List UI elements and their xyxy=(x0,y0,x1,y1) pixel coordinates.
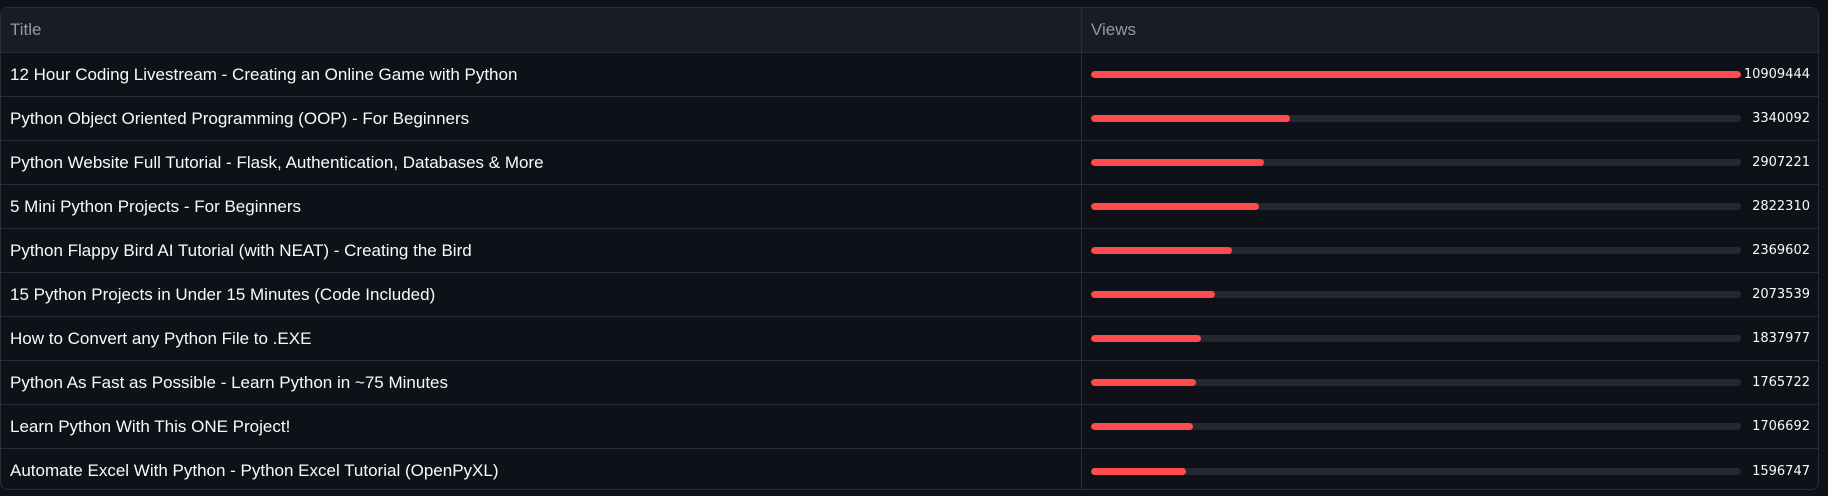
views-cell[interactable]: 2907221 xyxy=(1082,141,1818,184)
views-cell[interactable]: 2073539 xyxy=(1082,273,1818,316)
views-progress-bar xyxy=(1091,115,1741,122)
title-cell[interactable]: Learn Python With This ONE Project! xyxy=(1,405,1082,448)
title-cell[interactable]: 5 Mini Python Projects - For Beginners xyxy=(1,185,1082,228)
views-value: 2369602 xyxy=(1752,243,1810,258)
table-row[interactable]: 15 Python Projects in Under 15 Minutes (… xyxy=(1,273,1818,317)
table-row[interactable]: Learn Python With This ONE Project! 1706… xyxy=(1,405,1818,449)
views-progress-bar xyxy=(1091,291,1741,298)
title-cell[interactable]: 15 Python Projects in Under 15 Minutes (… xyxy=(1,273,1082,316)
views-value: 1706692 xyxy=(1752,419,1810,434)
views-progress-bar xyxy=(1091,423,1741,430)
views-progress-fill xyxy=(1091,335,1201,342)
views-progress-fill xyxy=(1091,203,1260,210)
views-cell[interactable]: 1837977 xyxy=(1082,317,1818,360)
column-header-title[interactable]: Title xyxy=(1,8,1082,52)
title-cell[interactable]: Python As Fast as Possible - Learn Pytho… xyxy=(1,361,1082,404)
column-header-title-label: Title xyxy=(10,20,42,39)
title-text: Python Website Full Tutorial - Flask, Au… xyxy=(10,152,544,172)
title-text: Python Flappy Bird AI Tutorial (with NEA… xyxy=(10,240,472,260)
title-cell[interactable]: How to Convert any Python File to .EXE xyxy=(1,317,1082,360)
title-text: Automate Excel With Python - Python Exce… xyxy=(10,461,499,480)
views-value: 10909444 xyxy=(1743,67,1810,82)
table-row[interactable]: 5 Mini Python Projects - For Beginners 2… xyxy=(1,185,1818,229)
table-row[interactable]: Python As Fast as Possible - Learn Pytho… xyxy=(1,361,1818,405)
views-cell[interactable]: 1596747 xyxy=(1082,449,1818,489)
views-cell[interactable]: 2822310 xyxy=(1082,185,1818,228)
title-cell[interactable]: 12 Hour Coding Livestream - Creating an … xyxy=(1,53,1082,96)
views-progress-fill xyxy=(1091,115,1290,122)
title-text: 5 Mini Python Projects - For Beginners xyxy=(10,196,302,216)
title-text: 15 Python Projects in Under 15 Minutes (… xyxy=(10,284,436,304)
views-progress-bar xyxy=(1091,203,1741,210)
views-progress-bar xyxy=(1091,467,1741,475)
views-value: 2073539 xyxy=(1752,287,1810,302)
views-cell[interactable]: 10909444 xyxy=(1082,53,1818,96)
column-header-views-label: Views xyxy=(1091,20,1137,39)
views-progress-fill xyxy=(1091,379,1197,386)
views-progress-bar xyxy=(1091,247,1741,254)
views-progress-fill xyxy=(1091,247,1233,254)
title-text: Learn Python With This ONE Project! xyxy=(10,416,291,436)
data-table: Title Views 12 Hour Coding Livestream - … xyxy=(0,7,1819,490)
title-cell[interactable]: Automate Excel With Python - Python Exce… xyxy=(1,449,1082,489)
views-progress-fill xyxy=(1091,467,1187,475)
title-cell[interactable]: Python Flappy Bird AI Tutorial (with NEA… xyxy=(1,229,1082,272)
title-cell[interactable]: Python Website Full Tutorial - Flask, Au… xyxy=(1,141,1082,184)
views-cell[interactable]: 1765722 xyxy=(1082,361,1818,404)
views-value: 2907221 xyxy=(1752,155,1810,170)
views-cell[interactable]: 2369602 xyxy=(1082,229,1818,272)
views-progress-fill xyxy=(1091,423,1193,430)
title-text: How to Convert any Python File to .EXE xyxy=(10,328,312,348)
title-text: Python As Fast as Possible - Learn Pytho… xyxy=(10,372,448,392)
views-progress-bar xyxy=(1091,71,1741,78)
table-row[interactable]: Automate Excel With Python - Python Exce… xyxy=(1,449,1818,489)
title-text: 12 Hour Coding Livestream - Creating an … xyxy=(10,64,518,84)
title-cell[interactable]: Python Object Oriented Programming (OOP)… xyxy=(1,97,1082,140)
views-progress-fill xyxy=(1091,159,1265,166)
views-progress-fill xyxy=(1091,291,1215,298)
table-header: Title Views xyxy=(1,8,1818,53)
table-row[interactable]: 12 Hour Coding Livestream - Creating an … xyxy=(1,53,1818,97)
table-row[interactable]: Python Object Oriented Programming (OOP)… xyxy=(1,97,1818,141)
table-row[interactable]: Python Flappy Bird AI Tutorial (with NEA… xyxy=(1,229,1818,273)
views-value: 1837977 xyxy=(1752,331,1810,346)
views-value: 3340092 xyxy=(1752,111,1810,126)
views-value: 2822310 xyxy=(1752,199,1810,214)
table-row[interactable]: How to Convert any Python File to .EXE 1… xyxy=(1,317,1818,361)
views-value: 1596747 xyxy=(1752,463,1810,479)
column-header-views[interactable]: Views xyxy=(1082,8,1818,52)
views-progress-bar xyxy=(1091,335,1741,342)
views-progress-bar xyxy=(1091,379,1741,386)
views-value: 1765722 xyxy=(1752,375,1810,390)
views-cell[interactable]: 3340092 xyxy=(1082,97,1818,140)
table-row[interactable]: Python Website Full Tutorial - Flask, Au… xyxy=(1,141,1818,185)
views-progress-fill xyxy=(1091,71,1741,78)
title-text: Python Object Oriented Programming (OOP)… xyxy=(10,108,470,128)
views-progress-bar xyxy=(1091,159,1741,166)
views-cell[interactable]: 1706692 xyxy=(1082,405,1818,448)
